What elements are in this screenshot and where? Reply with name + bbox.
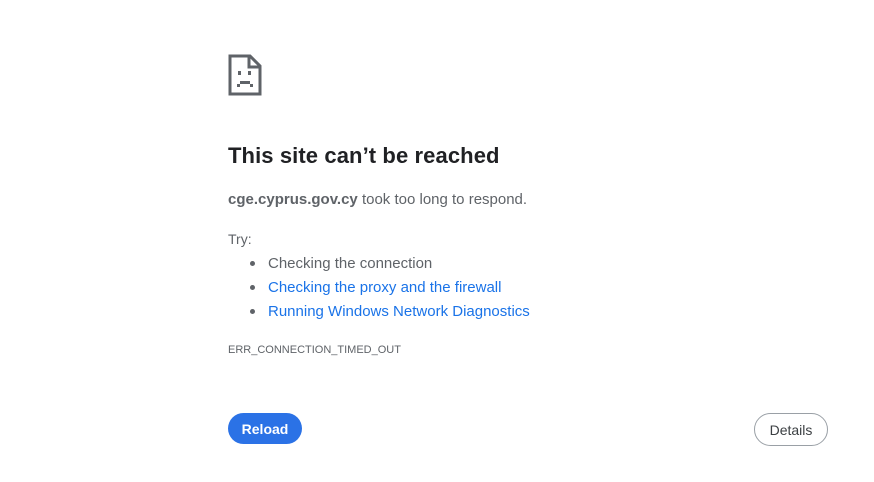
error-code: ERR_CONNECTION_TIMED_OUT (228, 344, 401, 356)
reload-button[interactable]: Reload (228, 413, 302, 444)
page-title: This site can’t be reached (228, 143, 500, 168)
error-page: This site can’t be reached cge.cyprus.go… (0, 0, 874, 482)
suggestion-item-check-connection: Checking the connection (228, 254, 530, 278)
try-label: Try: (228, 231, 252, 247)
suggestion-item-network-diagnostics: Running Windows Network Diagnostics (228, 302, 530, 326)
details-button[interactable]: Details (754, 413, 828, 446)
bullet-icon (250, 309, 255, 314)
bullet-icon (250, 261, 255, 266)
suggestion-item-check-proxy: Checking the proxy and the firewall (228, 278, 530, 302)
sad-document-icon (228, 54, 262, 96)
host-name: cge.cyprus.gov.cy (228, 191, 358, 208)
suggestions-list: Checking the connection Checking the pro… (228, 254, 530, 326)
summary-message: took too long to respond. (361, 191, 528, 208)
check-proxy-link[interactable]: Checking the proxy and the firewall (268, 279, 501, 296)
error-summary: cge.cyprus.gov.cy took too long to respo… (228, 191, 527, 208)
network-diagnostics-link[interactable]: Running Windows Network Diagnostics (268, 303, 530, 320)
bullet-icon (250, 285, 255, 290)
suggestion-label: Checking the connection (268, 255, 433, 272)
